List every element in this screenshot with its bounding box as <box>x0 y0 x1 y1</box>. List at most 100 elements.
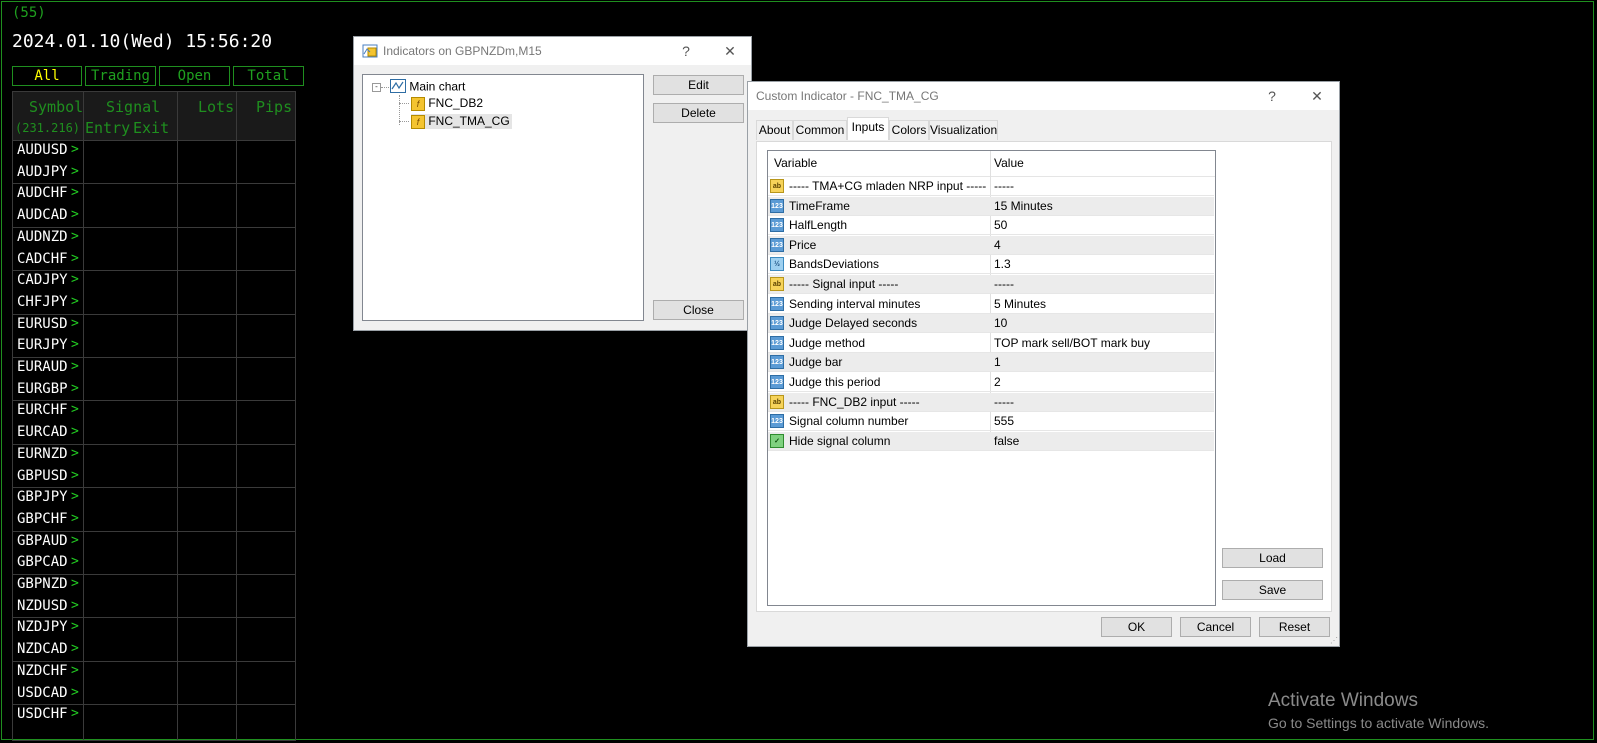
chevron-right-icon[interactable]: > <box>71 251 79 266</box>
close-icon[interactable]: ✕ <box>718 41 742 61</box>
input-value[interactable]: TOP mark sell/BOT mark buy <box>994 336 1150 350</box>
symbol-row[interactable]: EURNZD > <box>13 444 83 466</box>
chevron-right-icon[interactable]: > <box>71 533 79 548</box>
input-value[interactable]: ----- <box>994 179 1014 193</box>
chevron-right-icon[interactable]: > <box>71 619 79 634</box>
chevron-right-icon[interactable]: > <box>71 598 79 613</box>
symbol-row[interactable]: EURCAD > <box>13 422 83 444</box>
input-value[interactable]: 15 Minutes <box>994 199 1053 213</box>
input-value[interactable]: 4 <box>994 238 1001 252</box>
chevron-right-icon[interactable]: > <box>71 185 79 200</box>
symbol-row[interactable]: NZDUSD > <box>13 596 83 618</box>
input-row[interactable]: ab ----- TMA+CG mladen NRP input ----- ---… <box>768 177 1214 196</box>
help-icon[interactable]: ? <box>1260 86 1284 106</box>
symbol-row[interactable]: EURGBP > <box>13 379 83 401</box>
chevron-right-icon[interactable]: > <box>71 641 79 656</box>
symbol-row[interactable]: AUDCAD > <box>13 205 83 227</box>
chevron-right-icon[interactable]: > <box>71 316 79 331</box>
input-row[interactable]: ab ----- FNC_DB2 input ----- ----- <box>768 392 1214 412</box>
tab-common[interactable]: Common <box>793 120 847 140</box>
column-header-value[interactable]: Value <box>994 151 1024 177</box>
save-button[interactable]: Save <box>1222 580 1323 600</box>
symbol-row[interactable]: NZDCAD > <box>13 639 83 661</box>
symbol-row[interactable]: AUDNZD > <box>13 227 83 249</box>
tab-inputs[interactable]: Inputs <box>847 117 889 140</box>
resize-grip-icon[interactable]: ⋰ <box>1330 637 1338 645</box>
symbol-row[interactable]: NZDJPY > <box>13 617 83 639</box>
symbol-row[interactable]: CADCHF > <box>13 249 83 271</box>
chevron-right-icon[interactable]: > <box>71 402 79 417</box>
chevron-right-icon[interactable]: > <box>71 381 79 396</box>
symbol-row[interactable]: EURAUD > <box>13 357 83 379</box>
chevron-right-icon[interactable]: > <box>71 142 79 157</box>
column-header-variable[interactable]: Variable <box>774 151 818 177</box>
delete-button[interactable]: Delete <box>653 103 744 123</box>
symbol-row[interactable]: CHFJPY > <box>13 292 83 314</box>
input-value[interactable]: 2 <box>994 375 1001 389</box>
input-value[interactable]: 1.3 <box>994 257 1011 271</box>
symbol-row[interactable]: AUDUSD > <box>13 140 83 162</box>
symbol-row[interactable]: CADJPY > <box>13 270 83 292</box>
symbol-row[interactable]: NZDCHF > <box>13 661 83 683</box>
cancel-button[interactable]: Cancel <box>1180 617 1251 637</box>
input-value[interactable]: 5 Minutes <box>994 297 1046 311</box>
input-row[interactable]: 123 HalfLength 50 <box>768 216 1214 236</box>
symbol-row[interactable]: GBPCAD > <box>13 552 83 574</box>
chevron-right-icon[interactable]: > <box>71 706 79 721</box>
load-button[interactable]: Load <box>1222 548 1323 568</box>
collapse-icon[interactable]: - <box>372 83 381 92</box>
chevron-right-icon[interactable]: > <box>71 489 79 504</box>
chevron-right-icon[interactable]: > <box>71 337 79 352</box>
tree-item-fnc-tma-cg[interactable]: f FNC_TMA_CG <box>411 114 512 129</box>
input-row[interactable]: 123 Judge bar 1 <box>768 353 1214 373</box>
tab-visualization[interactable]: Visualization <box>929 120 998 140</box>
chevron-right-icon[interactable]: > <box>71 446 79 461</box>
chevron-right-icon[interactable]: > <box>71 294 79 309</box>
chevron-right-icon[interactable]: > <box>71 468 79 483</box>
ok-button[interactable]: OK <box>1101 617 1172 637</box>
input-row[interactable]: 123 Sending interval minutes 5 Minutes <box>768 295 1214 314</box>
chevron-right-icon[interactable]: > <box>71 272 79 287</box>
symbol-row[interactable]: EURJPY > <box>13 335 83 357</box>
input-row[interactable]: 123 Judge this period 2 <box>768 373 1214 392</box>
input-value[interactable]: 555 <box>994 414 1014 428</box>
chevron-right-icon[interactable]: > <box>71 554 79 569</box>
close-button[interactable]: Close <box>653 300 744 320</box>
chevron-right-icon[interactable]: > <box>71 663 79 678</box>
chevron-right-icon[interactable]: > <box>71 359 79 374</box>
chevron-right-icon[interactable]: > <box>71 685 79 700</box>
chevron-right-icon[interactable]: > <box>71 207 79 222</box>
reset-button[interactable]: Reset <box>1259 617 1330 637</box>
filter-all-button[interactable]: All <box>12 66 82 86</box>
symbol-row[interactable]: EURUSD > <box>13 314 83 336</box>
symbol-row[interactable]: GBPJPY > <box>13 487 83 509</box>
filter-total-button[interactable]: Total <box>233 66 304 86</box>
input-value[interactable]: false <box>994 434 1019 448</box>
filter-open-button[interactable]: Open <box>159 66 230 86</box>
input-row[interactable]: 123 Judge method TOP mark sell/BOT mark bu… <box>768 334 1214 353</box>
tree-item-fnc-db2[interactable]: f FNC_DB2 <box>411 96 483 111</box>
symbol-row[interactable]: GBPUSD > <box>13 466 83 488</box>
input-row[interactable]: ab ----- Signal input ----- ----- <box>768 275 1214 294</box>
edit-button[interactable]: Edit <box>653 75 744 95</box>
tab-about[interactable]: About <box>756 120 793 140</box>
symbol-row[interactable]: AUDJPY > <box>13 162 83 184</box>
input-row[interactable]: ✓ Hide signal column false <box>768 431 1214 451</box>
chevron-right-icon[interactable]: > <box>71 576 79 591</box>
close-icon[interactable]: ✕ <box>1305 86 1329 106</box>
filter-trading-button[interactable]: Trading <box>85 66 156 86</box>
symbol-row[interactable]: EURCHF > <box>13 400 83 422</box>
tree-item-main-chart[interactable]: Main chart <box>390 79 465 96</box>
input-row[interactable]: 123 Signal column number 555 <box>768 412 1214 432</box>
input-value[interactable]: ----- <box>994 277 1014 291</box>
chevron-right-icon[interactable]: > <box>71 164 79 179</box>
input-row[interactable]: 123 Price 4 <box>768 235 1214 255</box>
input-value[interactable]: 50 <box>994 218 1007 232</box>
symbol-row[interactable]: GBPCHF > <box>13 509 83 531</box>
symbol-row[interactable]: USDCAD > <box>13 683 83 705</box>
symbol-row[interactable]: GBPNZD > <box>13 574 83 596</box>
symbol-row[interactable]: USDCHF > <box>13 704 83 726</box>
chevron-right-icon[interactable]: > <box>71 229 79 244</box>
input-value[interactable]: 1 <box>994 355 1001 369</box>
symbol-row[interactable]: GBPAUD > <box>13 531 83 553</box>
